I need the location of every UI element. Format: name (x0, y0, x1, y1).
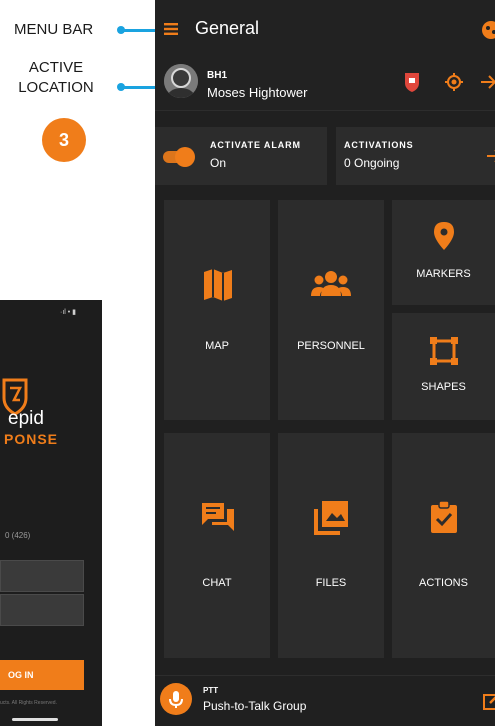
alarm-value: On (210, 156, 227, 170)
files-label: FILES (315, 577, 347, 589)
activate-alarm-card[interactable]: ACTIVATE ALARM On (155, 127, 327, 185)
home-indicator (12, 718, 58, 721)
page-title: General (195, 18, 260, 38)
main-screen: General BH1 Moses Hightower ACTIVATE ALA… (155, 0, 495, 726)
menu-bar-callout-line (120, 29, 160, 32)
map-tile[interactable]: MAP (164, 200, 270, 420)
user-row[interactable]: BH1 Moses Hightower (155, 60, 495, 111)
login-subtitle: PONSE (4, 431, 59, 447)
active-location-callout-line2: LOCATION (18, 79, 94, 96)
markers-label: MARKERS (416, 268, 471, 280)
shield-badge-icon[interactable] (403, 71, 421, 93)
activations-label: ACTIVATIONS (344, 140, 414, 150)
square-shape-icon (430, 337, 458, 365)
image-icon (314, 501, 348, 535)
login-username-field[interactable] (0, 560, 84, 592)
activations-value: 0 Ongoing (344, 156, 400, 170)
actions-tile[interactable]: ACTIONS (392, 433, 495, 658)
personnel-label: PERSONNEL (297, 340, 365, 352)
user-code: BH1 (207, 70, 228, 81)
login-screen: ·ıl • ▮ epid PONSE 0 (426) OG IN ucts. A… (0, 300, 102, 726)
menu-bar-callout-label: MENU BAR (14, 21, 94, 38)
login-phone-label: 0 (426) (5, 531, 31, 540)
activations-arrow-icon[interactable] (486, 147, 495, 165)
login-password-field[interactable] (0, 594, 84, 626)
map-pin-icon (434, 222, 454, 250)
personnel-tile[interactable]: PERSONNEL (278, 200, 384, 420)
shapes-label: SHAPES (421, 381, 466, 393)
chat-tile[interactable]: CHAT (164, 433, 270, 658)
top-bar: General (155, 0, 495, 60)
ptt-bar[interactable]: PTT Push-to-Talk Group (155, 675, 495, 726)
menu-bar-callout-dot (117, 26, 125, 34)
login-status-bar: ·ıl • ▮ (60, 309, 77, 316)
files-tile[interactable]: FILES (278, 433, 384, 658)
user-name: Moses Hightower (207, 85, 308, 100)
login-title: epid (8, 408, 44, 429)
clipboard-check-icon (431, 501, 457, 533)
active-location-callout-dot (117, 83, 125, 91)
markers-tile[interactable]: MARKERS (392, 200, 495, 305)
login-copyright: ucts. All Rights Reserved. (0, 700, 57, 706)
edit-icon[interactable] (483, 692, 495, 710)
activations-card[interactable]: ACTIVATIONS 0 Ongoing (336, 127, 495, 185)
active-location-callout-line1: ACTIVE (28, 59, 84, 76)
ptt-label: PTT (203, 686, 219, 695)
step-badge: 3 (42, 118, 86, 162)
group-icon (311, 270, 351, 298)
arrow-right-icon[interactable] (480, 73, 495, 91)
login-button[interactable]: OG IN (0, 660, 84, 690)
alarm-label: ACTIVATE ALARM (210, 140, 301, 150)
chat-label: CHAT (202, 577, 232, 589)
avatar (164, 64, 198, 98)
ptt-group-name: Push-to-Talk Group (203, 699, 307, 713)
map-label: MAP (205, 340, 229, 352)
alarm-toggle-knob[interactable] (175, 147, 195, 167)
location-target-icon[interactable] (445, 73, 463, 91)
map-icon (202, 268, 234, 302)
microphone-button[interactable] (160, 683, 192, 715)
shapes-tile[interactable]: SHAPES (392, 313, 495, 420)
chat-icon (202, 501, 234, 533)
microphone-icon (169, 691, 183, 708)
actions-label: ACTIONS (419, 577, 468, 589)
active-location-callout-label: ACTIVE LOCATION (16, 58, 96, 98)
menu-icon[interactable] (164, 22, 178, 36)
status-icon[interactable] (481, 20, 495, 40)
